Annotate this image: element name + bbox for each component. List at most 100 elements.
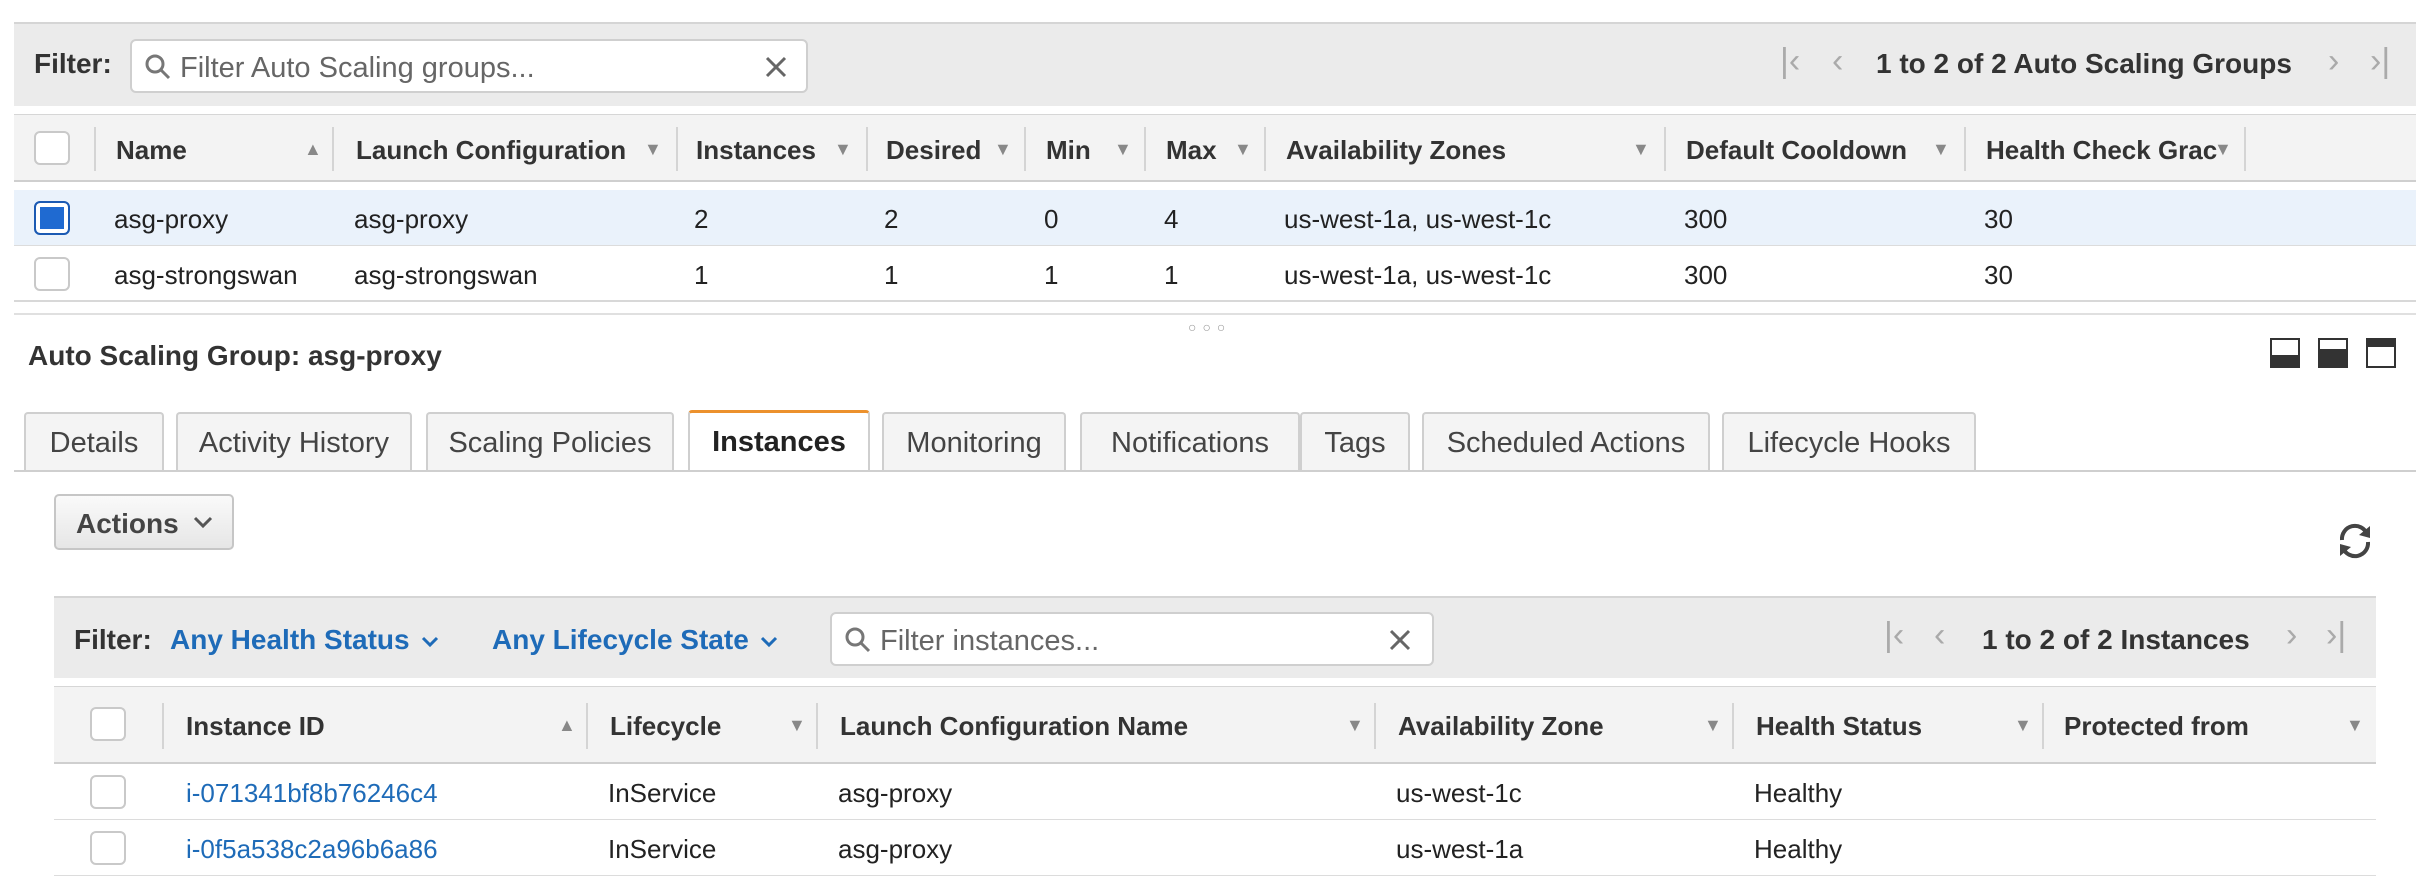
select-all-checkbox[interactable] [90, 707, 126, 741]
col-instance-id[interactable]: Instance ID [186, 711, 325, 742]
instance-health: Healthy [1754, 778, 1843, 808]
asg-desired: 1 [884, 260, 899, 290]
col-launch-config[interactable]: Launch Configuration [356, 135, 626, 166]
last-page-icon[interactable]: ›| [2370, 42, 2390, 81]
dropdown-caret-icon[interactable]: ▼ [1704, 715, 1722, 736]
table-row[interactable]: asg-strongswan asg-strongswan 1 1 1 1 us… [14, 246, 2416, 302]
dropdown-caret-icon[interactable]: ▼ [788, 715, 806, 736]
dropdown-caret-icon[interactable]: ▼ [1114, 139, 1132, 160]
dropdown-caret-icon[interactable]: ▼ [1234, 139, 1252, 160]
next-page-icon[interactable]: › [2328, 42, 2339, 81]
instances-toolbar: Filter: Any Health Status Any Lifecycle … [54, 596, 2376, 678]
col-max[interactable]: Max [1166, 135, 1217, 166]
instance-id-link[interactable]: i-0f5a538c2a96b6a86 [186, 834, 438, 865]
tab-activity-history[interactable]: Activity History [176, 412, 412, 470]
col-default-cooldown[interactable]: Default Cooldown [1686, 135, 1907, 166]
tab-monitoring[interactable]: Monitoring [882, 412, 1066, 470]
col-health-status[interactable]: Health Status [1756, 711, 1922, 742]
asg-max: 4 [1164, 204, 1179, 234]
col-lifecycle[interactable]: Lifecycle [610, 711, 721, 742]
first-page-icon[interactable]: |‹ [1780, 42, 1800, 81]
actions-button[interactable]: Actions [54, 494, 234, 550]
lifecycle-state-filter[interactable]: Any Lifecycle State [492, 624, 779, 656]
col-min[interactable]: Min [1046, 135, 1091, 166]
instance-id-link[interactable]: i-071341bf8b76246c4 [186, 778, 438, 809]
dropdown-caret-icon[interactable]: ▼ [1346, 715, 1364, 736]
clear-icon[interactable] [1388, 628, 1412, 652]
select-all-checkbox[interactable] [34, 131, 70, 165]
health-status-filter-label: Any Health Status [170, 624, 410, 655]
instances-search-placeholder: Filter instances... [880, 625, 1100, 657]
instances-pager-text: 1 to 2 of 2 Instances [1982, 624, 2250, 655]
asg-desired: 2 [884, 204, 899, 234]
instance-zone: us-west-1c [1396, 778, 1522, 808]
tab-scheduled-actions[interactable]: Scheduled Actions [1422, 412, 1710, 470]
instance-health: Healthy [1754, 834, 1843, 864]
instance-launch-config: asg-proxy [838, 834, 953, 864]
asg-toolbar: Filter: Filter Auto Scaling groups... |‹… [14, 22, 2416, 106]
prev-page-icon[interactable]: ‹ [1934, 616, 1945, 655]
dropdown-caret-icon[interactable]: ▼ [1632, 139, 1650, 160]
search-icon [145, 54, 171, 80]
col-instances[interactable]: Instances [696, 135, 816, 166]
sort-asc-icon[interactable]: ▲ [558, 715, 576, 736]
panel-layout-icon[interactable] [2270, 338, 2300, 373]
row-checkbox[interactable] [90, 775, 126, 809]
tab-instances[interactable]: Instances [688, 410, 870, 472]
asg-search-input[interactable]: Filter Auto Scaling groups... [130, 39, 808, 93]
asg-min: 0 [1044, 204, 1059, 234]
health-status-filter[interactable]: Any Health Status [170, 624, 440, 656]
tab-scaling-policies[interactable]: Scaling Policies [426, 412, 674, 470]
col-availability-zone[interactable]: Availability Zone [1398, 711, 1604, 742]
row-checkbox[interactable] [90, 831, 126, 865]
table-row[interactable]: i-071341bf8b76246c4 InService asg-proxy … [54, 764, 2376, 820]
table-row[interactable]: asg-proxy asg-proxy 2 2 0 4 us-west-1a, … [14, 190, 2416, 246]
panel-layout-icon[interactable] [2318, 338, 2348, 373]
dropdown-caret-icon[interactable]: ▼ [994, 139, 1012, 160]
asg-table-header: Name ▲ Launch Configuration ▼ Instances … [14, 114, 2416, 182]
tab-tags[interactable]: Tags [1300, 412, 1410, 470]
row-checkbox[interactable] [34, 201, 70, 235]
dropdown-caret-icon[interactable]: ▼ [2214, 139, 2232, 160]
prev-page-icon[interactable]: ‹ [1832, 42, 1843, 81]
instance-zone: us-west-1a [1396, 834, 1524, 864]
col-name[interactable]: Name [116, 135, 187, 166]
dropdown-caret-icon[interactable]: ▼ [2346, 715, 2364, 736]
asg-zones: us-west-1a, us-west-1c [1284, 260, 1552, 290]
tab-details[interactable]: Details [24, 412, 164, 470]
clear-icon[interactable] [764, 55, 788, 79]
row-checkbox[interactable] [34, 257, 70, 291]
dropdown-caret-icon[interactable]: ▼ [2014, 715, 2032, 736]
asg-pager-text: 1 to 2 of 2 Auto Scaling Groups [1876, 48, 2292, 79]
asg-max: 1 [1164, 260, 1179, 290]
panel-layout-icon[interactable] [2366, 338, 2396, 373]
instance-launch-config: asg-proxy [838, 778, 953, 808]
dropdown-caret-icon[interactable]: ▼ [644, 139, 662, 160]
col-availability-zones[interactable]: Availability Zones [1286, 135, 1506, 166]
search-icon [845, 627, 871, 653]
table-row[interactable]: i-0f5a538c2a96b6a86 InService asg-proxy … [54, 820, 2376, 876]
col-desired[interactable]: Desired [886, 135, 981, 166]
next-page-icon[interactable]: › [2286, 616, 2297, 655]
last-page-icon[interactable]: ›| [2326, 616, 2346, 655]
splitter-handle[interactable]: ○○○ [1188, 319, 1231, 335]
asg-cooldown: 300 [1684, 260, 1728, 290]
sort-asc-icon[interactable]: ▲ [304, 139, 322, 160]
splitter[interactable] [14, 313, 2416, 315]
chevron-down-icon [193, 516, 213, 529]
asg-zones: us-west-1a, us-west-1c [1284, 204, 1552, 234]
tab-notifications[interactable]: Notifications [1080, 412, 1300, 470]
tabs-baseline [14, 470, 2416, 472]
tab-lifecycle-hooks[interactable]: Lifecycle Hooks [1722, 412, 1976, 470]
instances-search-input[interactable]: Filter instances... [830, 612, 1434, 666]
refresh-icon[interactable] [2334, 520, 2376, 562]
col-protected-from[interactable]: Protected from [2064, 711, 2249, 742]
dropdown-caret-icon[interactable]: ▼ [1932, 139, 1950, 160]
col-launch-config-name[interactable]: Launch Configuration Name [840, 711, 1188, 742]
instances-filter-label: Filter: [74, 624, 152, 655]
first-page-icon[interactable]: |‹ [1884, 616, 1904, 655]
actions-label: Actions [76, 508, 179, 539]
asg-min: 1 [1044, 260, 1059, 290]
col-health-check-grace[interactable]: Health Check Grac [1986, 135, 2222, 166]
dropdown-caret-icon[interactable]: ▼ [834, 139, 852, 160]
